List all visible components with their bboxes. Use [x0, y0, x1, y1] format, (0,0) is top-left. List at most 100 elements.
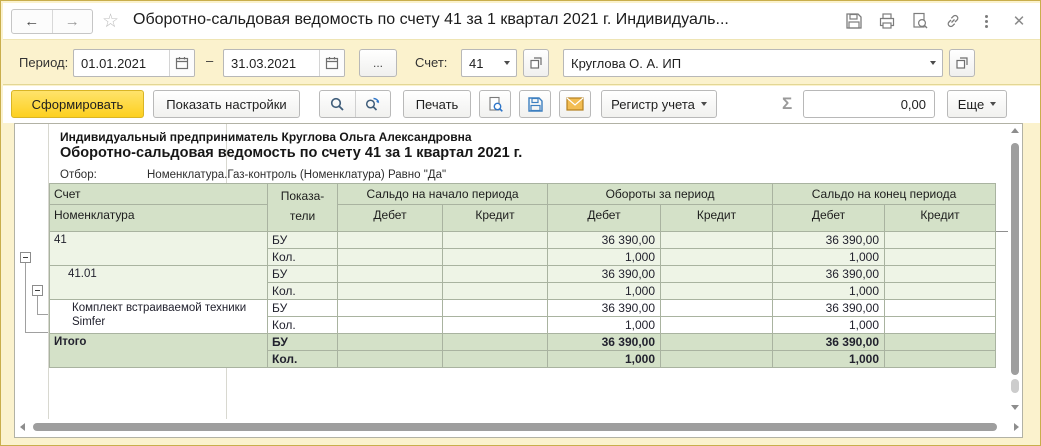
- value-cell[interactable]: [885, 283, 996, 300]
- value-cell[interactable]: [885, 249, 996, 266]
- more-menu-button[interactable]: [977, 12, 995, 30]
- indicator-cell[interactable]: Кол.: [268, 351, 338, 368]
- value-cell[interactable]: [885, 317, 996, 334]
- account-dropdown-button[interactable]: [497, 50, 516, 76]
- tree-collapse-button[interactable]: [20, 252, 31, 263]
- print-preview-button[interactable]: [479, 90, 511, 118]
- scroll-right-icon[interactable]: [1014, 423, 1019, 431]
- header-credit[interactable]: Кредит: [443, 205, 548, 232]
- value-cell[interactable]: [885, 266, 996, 283]
- scroll-left-icon[interactable]: [20, 423, 25, 431]
- vertical-scroll-thumb[interactable]: [1011, 143, 1019, 375]
- date-to-field[interactable]: 31.03.2021: [223, 49, 345, 77]
- header-account[interactable]: Счет: [50, 184, 268, 205]
- report-organization[interactable]: Индивидуальный предприниматель Круглова …: [60, 130, 472, 144]
- value-cell[interactable]: 1,000: [548, 249, 661, 266]
- value-cell[interactable]: [661, 232, 773, 249]
- header-debit[interactable]: Дебет: [773, 205, 885, 232]
- value-cell[interactable]: 36 390,00: [773, 300, 885, 317]
- indicator-cell[interactable]: БУ: [268, 300, 338, 317]
- value-cell[interactable]: [885, 232, 996, 249]
- organization-field[interactable]: Круглова О. А. ИП: [563, 49, 943, 77]
- value-cell[interactable]: [661, 283, 773, 300]
- value-cell[interactable]: [885, 351, 996, 368]
- value-cell[interactable]: [661, 300, 773, 317]
- print-report-button[interactable]: Печать: [403, 90, 471, 118]
- header-closing-balance[interactable]: Сальдо на конец периода: [773, 184, 996, 205]
- register-button[interactable]: Регистр учета: [601, 90, 717, 118]
- indicator-cell[interactable]: БУ: [268, 266, 338, 283]
- indicator-cell[interactable]: БУ: [268, 334, 338, 351]
- save-button[interactable]: [845, 12, 863, 30]
- value-cell[interactable]: [661, 334, 773, 351]
- value-cell[interactable]: [443, 351, 548, 368]
- value-cell[interactable]: 1,000: [548, 317, 661, 334]
- value-cell[interactable]: [661, 266, 773, 283]
- header-turnover[interactable]: Обороты за период: [548, 184, 773, 205]
- scroll-up-icon[interactable]: [1011, 128, 1019, 133]
- indicator-cell[interactable]: Кол.: [268, 283, 338, 300]
- value-cell[interactable]: 1,000: [548, 351, 661, 368]
- print-button[interactable]: [878, 12, 896, 30]
- value-cell[interactable]: [443, 283, 548, 300]
- value-cell[interactable]: [443, 266, 548, 283]
- tree-collapse-button[interactable]: [32, 285, 43, 296]
- indicator-cell[interactable]: БУ: [268, 232, 338, 249]
- value-cell[interactable]: [443, 232, 548, 249]
- account-field[interactable]: 41: [461, 49, 517, 77]
- value-cell[interactable]: [338, 300, 443, 317]
- header-debit[interactable]: Дебет: [548, 205, 661, 232]
- indicator-cell[interactable]: Кол.: [268, 317, 338, 334]
- calendar-button[interactable]: [319, 50, 344, 76]
- account-choose-button[interactable]: [523, 49, 549, 77]
- value-cell[interactable]: [661, 351, 773, 368]
- forward-button[interactable]: →: [52, 10, 93, 33]
- value-cell[interactable]: [338, 351, 443, 368]
- header-opening-balance[interactable]: Сальдо на начало периода: [338, 184, 548, 205]
- value-cell[interactable]: [338, 283, 443, 300]
- link-button[interactable]: [944, 12, 962, 30]
- report-title[interactable]: Оборотно-сальдовая ведомость по счету 41…: [60, 145, 522, 161]
- preview-button[interactable]: [911, 12, 929, 30]
- value-cell[interactable]: [338, 249, 443, 266]
- value-cell[interactable]: 36 390,00: [548, 232, 661, 249]
- close-button[interactable]: ✕: [1010, 12, 1028, 30]
- save-report-button[interactable]: [519, 90, 551, 118]
- value-cell[interactable]: [443, 317, 548, 334]
- value-cell[interactable]: 1,000: [773, 283, 885, 300]
- show-settings-button[interactable]: Показать настройки: [153, 90, 300, 118]
- header-credit[interactable]: Кредит: [661, 205, 773, 232]
- generate-button[interactable]: Сформировать: [11, 90, 144, 118]
- send-email-button[interactable]: [559, 90, 591, 118]
- value-cell[interactable]: 1,000: [773, 317, 885, 334]
- search-button[interactable]: [320, 91, 355, 117]
- value-cell[interactable]: 1,000: [548, 283, 661, 300]
- organization-choose-button[interactable]: [949, 49, 975, 77]
- value-cell[interactable]: [338, 266, 443, 283]
- row-label-cell[interactable]: 41.01: [50, 266, 268, 300]
- header-nomenclature[interactable]: Номенклатура: [50, 205, 268, 232]
- value-cell[interactable]: [661, 317, 773, 334]
- value-cell[interactable]: [443, 334, 548, 351]
- indicator-cell[interactable]: Кол.: [268, 249, 338, 266]
- date-from-field[interactable]: 01.01.2021: [73, 49, 195, 77]
- value-cell[interactable]: [443, 300, 548, 317]
- period-options-button[interactable]: ...: [359, 49, 397, 77]
- header-credit[interactable]: Кредит: [885, 205, 996, 232]
- back-button[interactable]: ←: [12, 10, 52, 33]
- search-next-button[interactable]: [355, 91, 391, 117]
- row-label-cell[interactable]: Итого: [50, 334, 268, 368]
- value-cell[interactable]: 1,000: [773, 351, 885, 368]
- value-cell[interactable]: [338, 334, 443, 351]
- sum-field[interactable]: 0,00: [803, 90, 935, 118]
- value-cell[interactable]: 36 390,00: [548, 266, 661, 283]
- report-filter-value[interactable]: Номенклатура.Газ-контроль (Номенклатура)…: [147, 169, 446, 181]
- report-filter-label[interactable]: Отбор:: [60, 169, 97, 181]
- row-label-cell[interactable]: Комплект встраиваемой техники Simfer: [50, 300, 268, 334]
- value-cell[interactable]: 1,000: [773, 249, 885, 266]
- value-cell[interactable]: 36 390,00: [548, 334, 661, 351]
- value-cell[interactable]: 36 390,00: [773, 334, 885, 351]
- value-cell[interactable]: [885, 334, 996, 351]
- scroll-down-icon[interactable]: [1011, 405, 1019, 410]
- organization-dropdown-button[interactable]: [923, 50, 942, 76]
